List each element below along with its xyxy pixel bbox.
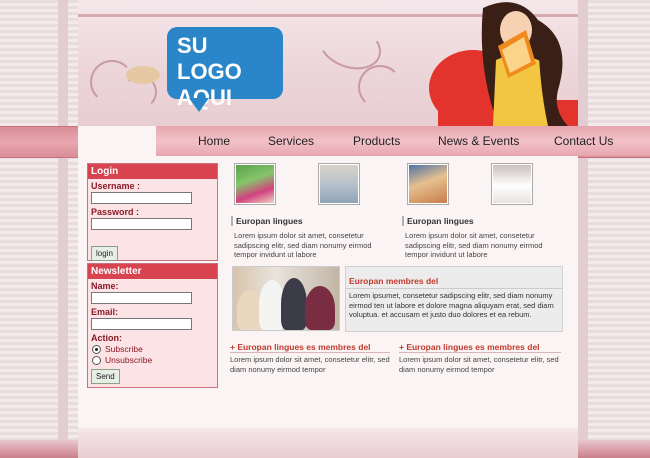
username-label: Username : (91, 181, 141, 191)
palette-decoration (126, 66, 160, 84)
news-text-2: Lorem ipsum dolor sit amet, consetetur e… (399, 355, 559, 374)
action-label: Action: (91, 333, 122, 343)
unsubscribe-radio[interactable] (92, 355, 101, 365)
nav-news-events[interactable]: News & Events (438, 134, 519, 148)
section-text-2: Lorem ipsum dolor sit amet, consetetur s… (405, 231, 543, 259)
thumbnail-family[interactable] (407, 163, 449, 205)
send-button[interactable]: Send (91, 369, 120, 384)
name-input[interactable] (91, 292, 192, 304)
page-container: SU LOGO AQUI Home Services Products News… (78, 0, 650, 458)
section-title-2: Europan lingues (402, 216, 474, 226)
newsletter-box: Newsletter Name: Email: Action: Subscrib… (87, 263, 218, 388)
username-input[interactable] (91, 192, 192, 204)
featured-members-title: Europan membres del (346, 267, 562, 289)
right-background-texture (572, 0, 650, 458)
password-input[interactable] (91, 218, 192, 230)
newsletter-title: Newsletter (88, 264, 217, 279)
section-text-1: Lorem ipsum dolor sit amet, consetetur s… (234, 231, 372, 259)
email-input[interactable] (91, 318, 192, 330)
featured-members-box: Europan membres del Lorem ipsumet, conse… (345, 266, 563, 332)
unsubscribe-option[interactable]: Unsubscribe (92, 355, 213, 365)
news-text-1: Lorem ipsum dolor sit amet, consetetur e… (230, 355, 390, 374)
left-background-texture (0, 0, 78, 458)
login-title: Login (88, 164, 217, 179)
email-label: Email: (91, 307, 119, 317)
news-title-1[interactable]: + Europan lingues es membres del (230, 342, 371, 352)
logo-text-line2: AQUI (177, 85, 232, 110)
nav-home[interactable]: Home (198, 134, 230, 148)
login-button[interactable]: login (91, 246, 118, 261)
nav-services[interactable]: Services (268, 134, 314, 148)
main-navigation: Home Services Products News & Events Con… (156, 126, 650, 156)
unsubscribe-label: Unsubscribe (105, 355, 153, 365)
header-banner: SU LOGO AQUI (78, 0, 578, 126)
decorative-swirl (358, 65, 402, 109)
featured-members-text: Lorem ipsumet, consetetur sadipscing eli… (349, 291, 554, 319)
subscribe-radio[interactable] (92, 344, 101, 354)
login-box: Login Username : Password : login (87, 163, 218, 261)
news-title-2[interactable]: + Europan lingues es membres del (399, 342, 540, 352)
logo-text-line1: SU LOGO (177, 33, 242, 84)
team-photo (232, 266, 340, 331)
name-label: Name: (91, 281, 119, 291)
girl-reading-illustration (429, 2, 578, 126)
thumbnail-bride[interactable] (491, 163, 533, 205)
logo-placeholder[interactable]: SU LOGO AQUI (167, 27, 283, 112)
nav-contact-us[interactable]: Contact Us (554, 134, 613, 148)
section-title-1: Europan lingues (231, 216, 303, 226)
password-label: Password : (91, 207, 140, 217)
subscribe-option[interactable]: Subscribe (92, 344, 213, 354)
nav-products[interactable]: Products (353, 134, 400, 148)
thumbnail-yoga[interactable] (318, 163, 360, 205)
footer-bar (0, 428, 650, 458)
subscribe-label: Subscribe (105, 344, 143, 354)
thumbnail-girl-flower[interactable] (234, 163, 276, 205)
